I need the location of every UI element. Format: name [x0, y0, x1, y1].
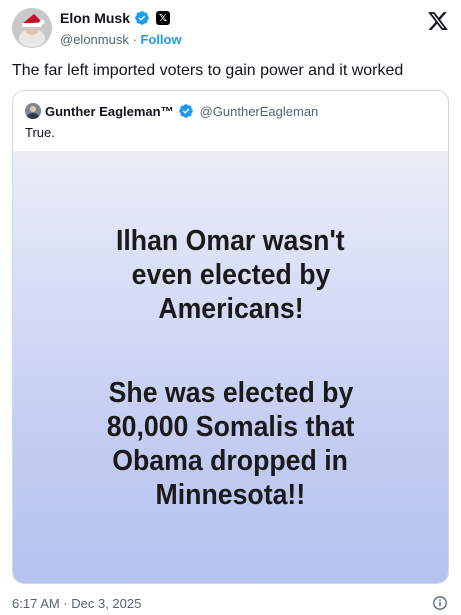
- author-name[interactable]: Elon Musk: [60, 10, 130, 26]
- quoted-avatar: [25, 103, 41, 119]
- quoted-text: True.: [25, 125, 55, 140]
- image-text-line: Minnesota!!: [155, 478, 306, 511]
- info-icon[interactable]: [433, 596, 447, 610]
- image-text-line: 80,000 Somalis that: [106, 410, 355, 443]
- tweet-text: The far left imported voters to gain pow…: [12, 62, 404, 79]
- author-name-row: Elon Musk 𝕏: [60, 10, 171, 26]
- verified-badge-icon: [178, 103, 194, 119]
- author-handle[interactable]: @elonmusk: [60, 32, 129, 47]
- x-affiliate-badge-icon: 𝕏: [156, 11, 171, 25]
- quoted-image[interactable]: Ilhan Omar wasn't even elected by Americ…: [13, 151, 448, 583]
- author-avatar[interactable]: [12, 8, 52, 48]
- quoted-tweet[interactable]: Gunther Eagleman™ @GuntherEagleman True.…: [12, 90, 449, 584]
- author-handle-row: @elonmusk · Follow: [60, 32, 182, 47]
- tweet-timestamp[interactable]: 6:17 AM · Dec 3, 2025: [12, 596, 141, 611]
- verified-badge-icon: [134, 10, 150, 26]
- image-text-line: Americans!: [157, 292, 304, 325]
- tweet-card: Elon Musk 𝕏 @elonmusk · Follow The far l…: [0, 0, 461, 612]
- image-text-line: She was elected by: [108, 376, 353, 409]
- image-text-line: even elected by: [131, 258, 330, 291]
- quoted-author-handle: @GuntherEagleman: [199, 103, 319, 119]
- image-text-line: Ilhan Omar wasn't: [116, 224, 345, 257]
- separator-dot: ·: [132, 32, 137, 47]
- follow-button[interactable]: Follow: [140, 32, 181, 47]
- quoted-author-name: Gunther Eagleman™: [45, 103, 174, 119]
- image-text-line: Obama dropped in: [112, 444, 349, 477]
- x-logo-icon[interactable]: [427, 10, 449, 32]
- quoted-header: Gunther Eagleman™ @GuntherEagleman: [25, 103, 318, 119]
